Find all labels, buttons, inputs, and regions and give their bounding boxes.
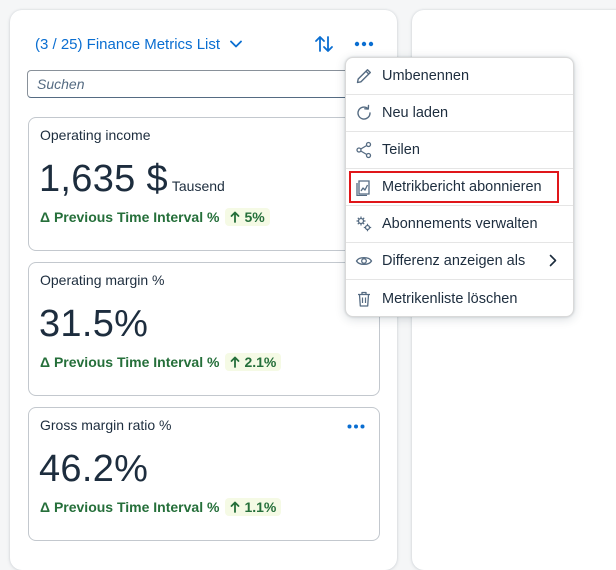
menu-item-label: Umbenennen [382, 68, 470, 84]
delta-badge: 5% [225, 208, 270, 226]
delta-label: Δ Previous Time Interval % [40, 354, 220, 370]
card-value-row: 31.5% [39, 303, 148, 346]
delta-label: Δ Previous Time Interval % [40, 499, 220, 515]
card-delta: Δ Previous Time Interval % 1.1% [40, 498, 282, 516]
card-value: 1,635 $ [39, 158, 168, 200]
trash-icon [355, 290, 373, 308]
more-icon [347, 424, 365, 429]
arrow-up-icon [230, 356, 240, 368]
card-value-row: 1,635 $ Tausend [39, 158, 225, 201]
metric-card-operating-income[interactable]: Operating income 1,635 $ Tausend Δ Previ… [28, 117, 380, 251]
arrow-up-icon [230, 211, 240, 223]
card-unit: Tausend [171, 178, 225, 194]
gears-icon [355, 215, 373, 233]
menu-item-reload[interactable]: Neu laden [346, 95, 573, 132]
card-more-button[interactable] [345, 418, 367, 434]
card-title: Gross margin ratio % [40, 417, 172, 433]
menu-item-label: Metrikenliste löschen [382, 290, 518, 307]
delta-value: 2.1% [244, 354, 277, 370]
card-delta: Δ Previous Time Interval % 2.1% [40, 353, 282, 371]
menu-item-manage-subscriptions[interactable]: Abonnements verwalten [346, 206, 573, 243]
metric-card-gross-margin[interactable]: Gross margin ratio % 46.2% Δ Previous Ti… [28, 407, 380, 541]
menu-item-label: Abonnements verwalten [382, 216, 538, 232]
delta-label: Δ Previous Time Interval % [40, 209, 220, 225]
delta-value: 1.1% [244, 499, 277, 515]
eye-icon [355, 252, 373, 270]
menu-item-show-difference-as[interactable]: Differenz anzeigen als [346, 243, 573, 280]
menu-item-rename[interactable]: Umbenennen [346, 58, 573, 95]
more-options-button[interactable] [351, 31, 377, 57]
list-title-dropdown[interactable]: (3 / 25) Finance Metrics List [35, 36, 242, 53]
chevron-right-icon [549, 254, 557, 271]
card-title: Operating margin % [40, 272, 165, 288]
menu-item-label: Differenz anzeigen als [382, 253, 526, 269]
card-title: Operating income [40, 127, 151, 143]
chevron-down-icon [230, 40, 242, 48]
menu-item-delete-list[interactable]: Metrikenliste löschen [346, 280, 573, 316]
card-value: 46.2% [39, 448, 149, 490]
card-delta: Δ Previous Time Interval % 5% [40, 208, 270, 226]
menu-item-label: Metrikbericht abonnieren [382, 179, 542, 195]
context-menu: Umbenennen Neu laden Teilen Metrikberich… [345, 57, 574, 317]
menu-item-label: Teilen [382, 142, 420, 158]
pencil-icon [355, 67, 373, 85]
refresh-icon [355, 104, 373, 122]
more-icon [354, 41, 374, 47]
delta-value: 5% [244, 209, 265, 225]
delta-badge: 2.1% [225, 353, 282, 371]
arrow-up-icon [230, 501, 240, 513]
sort-button[interactable] [311, 31, 337, 57]
menu-item-label: Neu laden [382, 105, 449, 121]
card-value: 31.5% [39, 303, 149, 345]
list-title: (3 / 25) Finance Metrics List [35, 35, 221, 53]
card-value-row: 46.2% [39, 448, 148, 491]
share-icon [355, 141, 373, 159]
metric-card-operating-margin[interactable]: Operating margin % 31.5% Δ Previous Time… [28, 262, 380, 396]
subscribe-report-icon [355, 178, 373, 196]
menu-item-share[interactable]: Teilen [346, 132, 573, 169]
sort-arrows-icon [314, 35, 334, 53]
delta-badge: 1.1% [225, 498, 282, 516]
search-input[interactable] [27, 70, 380, 98]
menu-item-subscribe-report[interactable]: Metrikbericht abonnieren [346, 169, 573, 206]
